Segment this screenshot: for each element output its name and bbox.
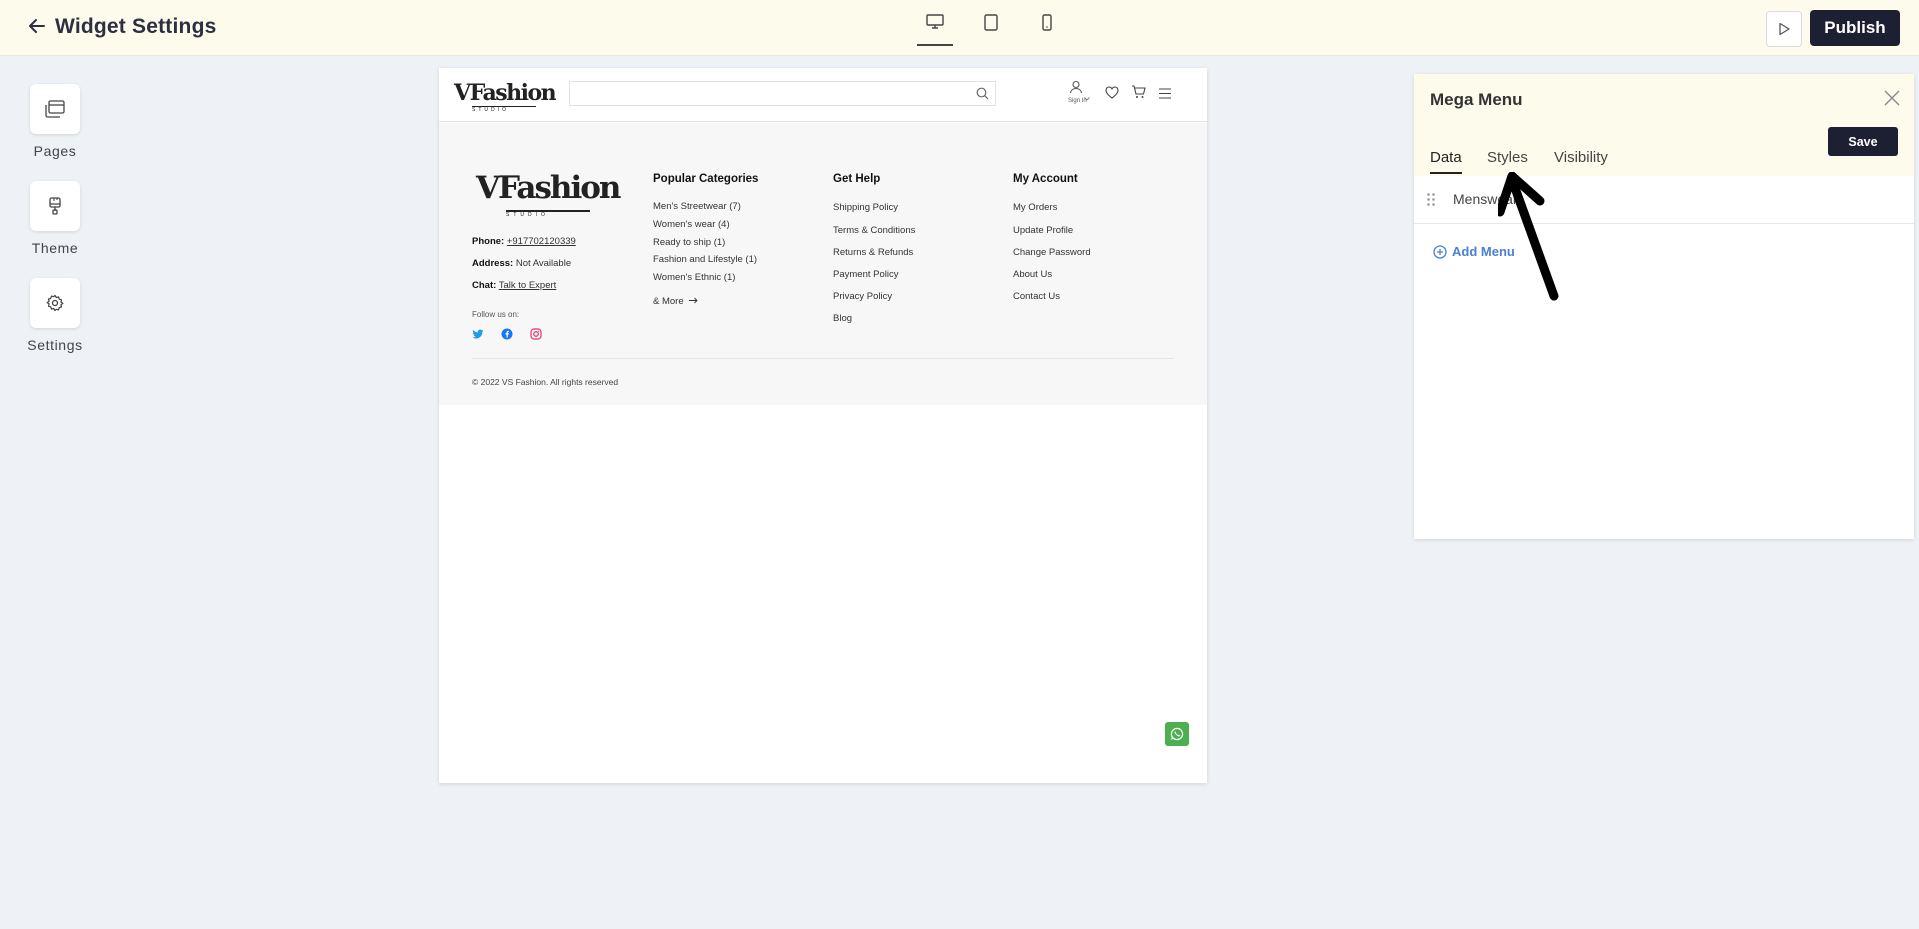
site-header: VFashion STUDIO Sign In	[439, 68, 1207, 122]
drag-handle-icon[interactable]	[1427, 193, 1435, 211]
page-title: Widget Settings	[55, 15, 217, 38]
footer-link[interactable]: Women's wear (4)	[653, 219, 730, 230]
preview-button[interactable]	[1766, 11, 1802, 47]
rail-label: Settings	[27, 337, 83, 353]
signin-label[interactable]: Sign In	[1068, 98, 1087, 104]
whatsapp-icon	[1170, 727, 1184, 741]
chat-line: Chat: Talk to Expert	[472, 280, 557, 291]
publish-button[interactable]: Publish	[1810, 10, 1900, 46]
heart-icon[interactable]	[1105, 86, 1119, 104]
footer-logo: VFashion STUDIO	[476, 170, 621, 218]
footer-link[interactable]: Update Profile	[1013, 225, 1073, 236]
page-preview-canvas: VFashion STUDIO Sign In VFashion STUDIO …	[439, 68, 1207, 783]
close-icon[interactable]	[1884, 90, 1900, 111]
facebook-icon[interactable]	[501, 327, 513, 345]
rail-item-pages[interactable]: Pages	[22, 84, 88, 159]
rail-label: Pages	[33, 143, 77, 159]
site-footer: VFashion STUDIO Phone: +917702120339 Add…	[439, 123, 1207, 405]
desktop-icon	[926, 14, 944, 29]
footer-link[interactable]: Men's Streetwear (7)	[653, 201, 741, 212]
back-arrow-icon[interactable]	[26, 15, 48, 37]
tab-styles[interactable]: Styles	[1487, 149, 1528, 172]
site-logo[interactable]: VFashion STUDIO	[454, 80, 557, 113]
rail-item-settings[interactable]: Settings	[22, 278, 88, 353]
hamburger-menu-icon[interactable]	[1159, 86, 1171, 104]
more-categories-link[interactable]: & More	[653, 296, 698, 307]
annotation-arrow-icon	[1498, 172, 1559, 301]
footer-link[interactable]: About Us	[1013, 269, 1052, 280]
panel-header: Mega Menu Save Data Styles Visibility	[1414, 74, 1914, 176]
rail-label: Theme	[31, 240, 79, 256]
tab-visibility[interactable]: Visibility	[1554, 149, 1608, 172]
rail-item-theme[interactable]: Theme	[22, 181, 88, 256]
footer-link[interactable]: Returns & Refunds	[833, 247, 913, 258]
tablet-icon	[984, 14, 998, 31]
footer-link[interactable]: Payment Policy	[833, 269, 898, 280]
search-icon	[976, 87, 989, 100]
instagram-icon[interactable]	[530, 327, 542, 345]
pages-icon	[45, 100, 65, 118]
footer-link[interactable]: Contact Us	[1013, 291, 1060, 302]
whatsapp-button[interactable]	[1165, 722, 1189, 746]
footer-link[interactable]: Privacy Policy	[833, 291, 892, 302]
chat-link[interactable]: Talk to Expert	[499, 280, 557, 291]
footer-link[interactable]: My Orders	[1013, 202, 1057, 213]
gear-icon	[46, 294, 64, 312]
twitter-icon[interactable]	[472, 327, 484, 345]
footer-link[interactable]: Shipping Policy	[833, 202, 898, 213]
footer-divider	[472, 358, 1174, 359]
footer-link[interactable]: Ready to ship (1)	[653, 237, 725, 248]
plus-circle-icon	[1433, 244, 1447, 259]
panel-title: Mega Menu	[1430, 90, 1523, 109]
paint-brush-icon	[49, 197, 61, 215]
desktop-view-button[interactable]	[917, 14, 953, 46]
tablet-view-button[interactable]	[973, 14, 1009, 46]
follow-label: Follow us on:	[472, 310, 520, 319]
play-icon	[1779, 22, 1790, 36]
save-button[interactable]: Save	[1828, 127, 1898, 156]
phone-line: Phone: +917702120339	[472, 236, 576, 247]
footer-link[interactable]: Fashion and Lifestyle (1)	[653, 254, 757, 265]
arrow-right-icon	[689, 297, 698, 304]
copyright-text: © 2022 VS Fashion. All rights reserved	[472, 377, 619, 387]
footer-link[interactable]: Change Password	[1013, 247, 1091, 258]
cart-icon[interactable]	[1131, 85, 1146, 104]
address-line: Address: Not Available	[472, 258, 572, 269]
footer-link[interactable]: Women's Ethnic (1)	[653, 272, 735, 283]
phone-link[interactable]: +917702120339	[507, 236, 576, 247]
footer-link[interactable]: Terms & Conditions	[833, 225, 915, 236]
footer-column-title: My Account	[1013, 173, 1078, 185]
menu-item-row[interactable]: Menswear	[1414, 176, 1914, 224]
top-bar: Widget Settings Publish	[0, 0, 1919, 56]
footer-column-title: Popular Categories	[653, 173, 759, 185]
mobile-view-button[interactable]	[1029, 14, 1065, 46]
mobile-icon	[1042, 14, 1052, 31]
user-icon[interactable]	[1069, 80, 1083, 99]
mega-menu-panel: Mega Menu Save Data Styles Visibility Me…	[1414, 74, 1914, 539]
site-search-input[interactable]	[569, 81, 996, 106]
footer-column-title: Get Help	[833, 173, 881, 185]
footer-link[interactable]: Blog	[833, 313, 852, 324]
tab-data[interactable]: Data	[1430, 149, 1462, 174]
